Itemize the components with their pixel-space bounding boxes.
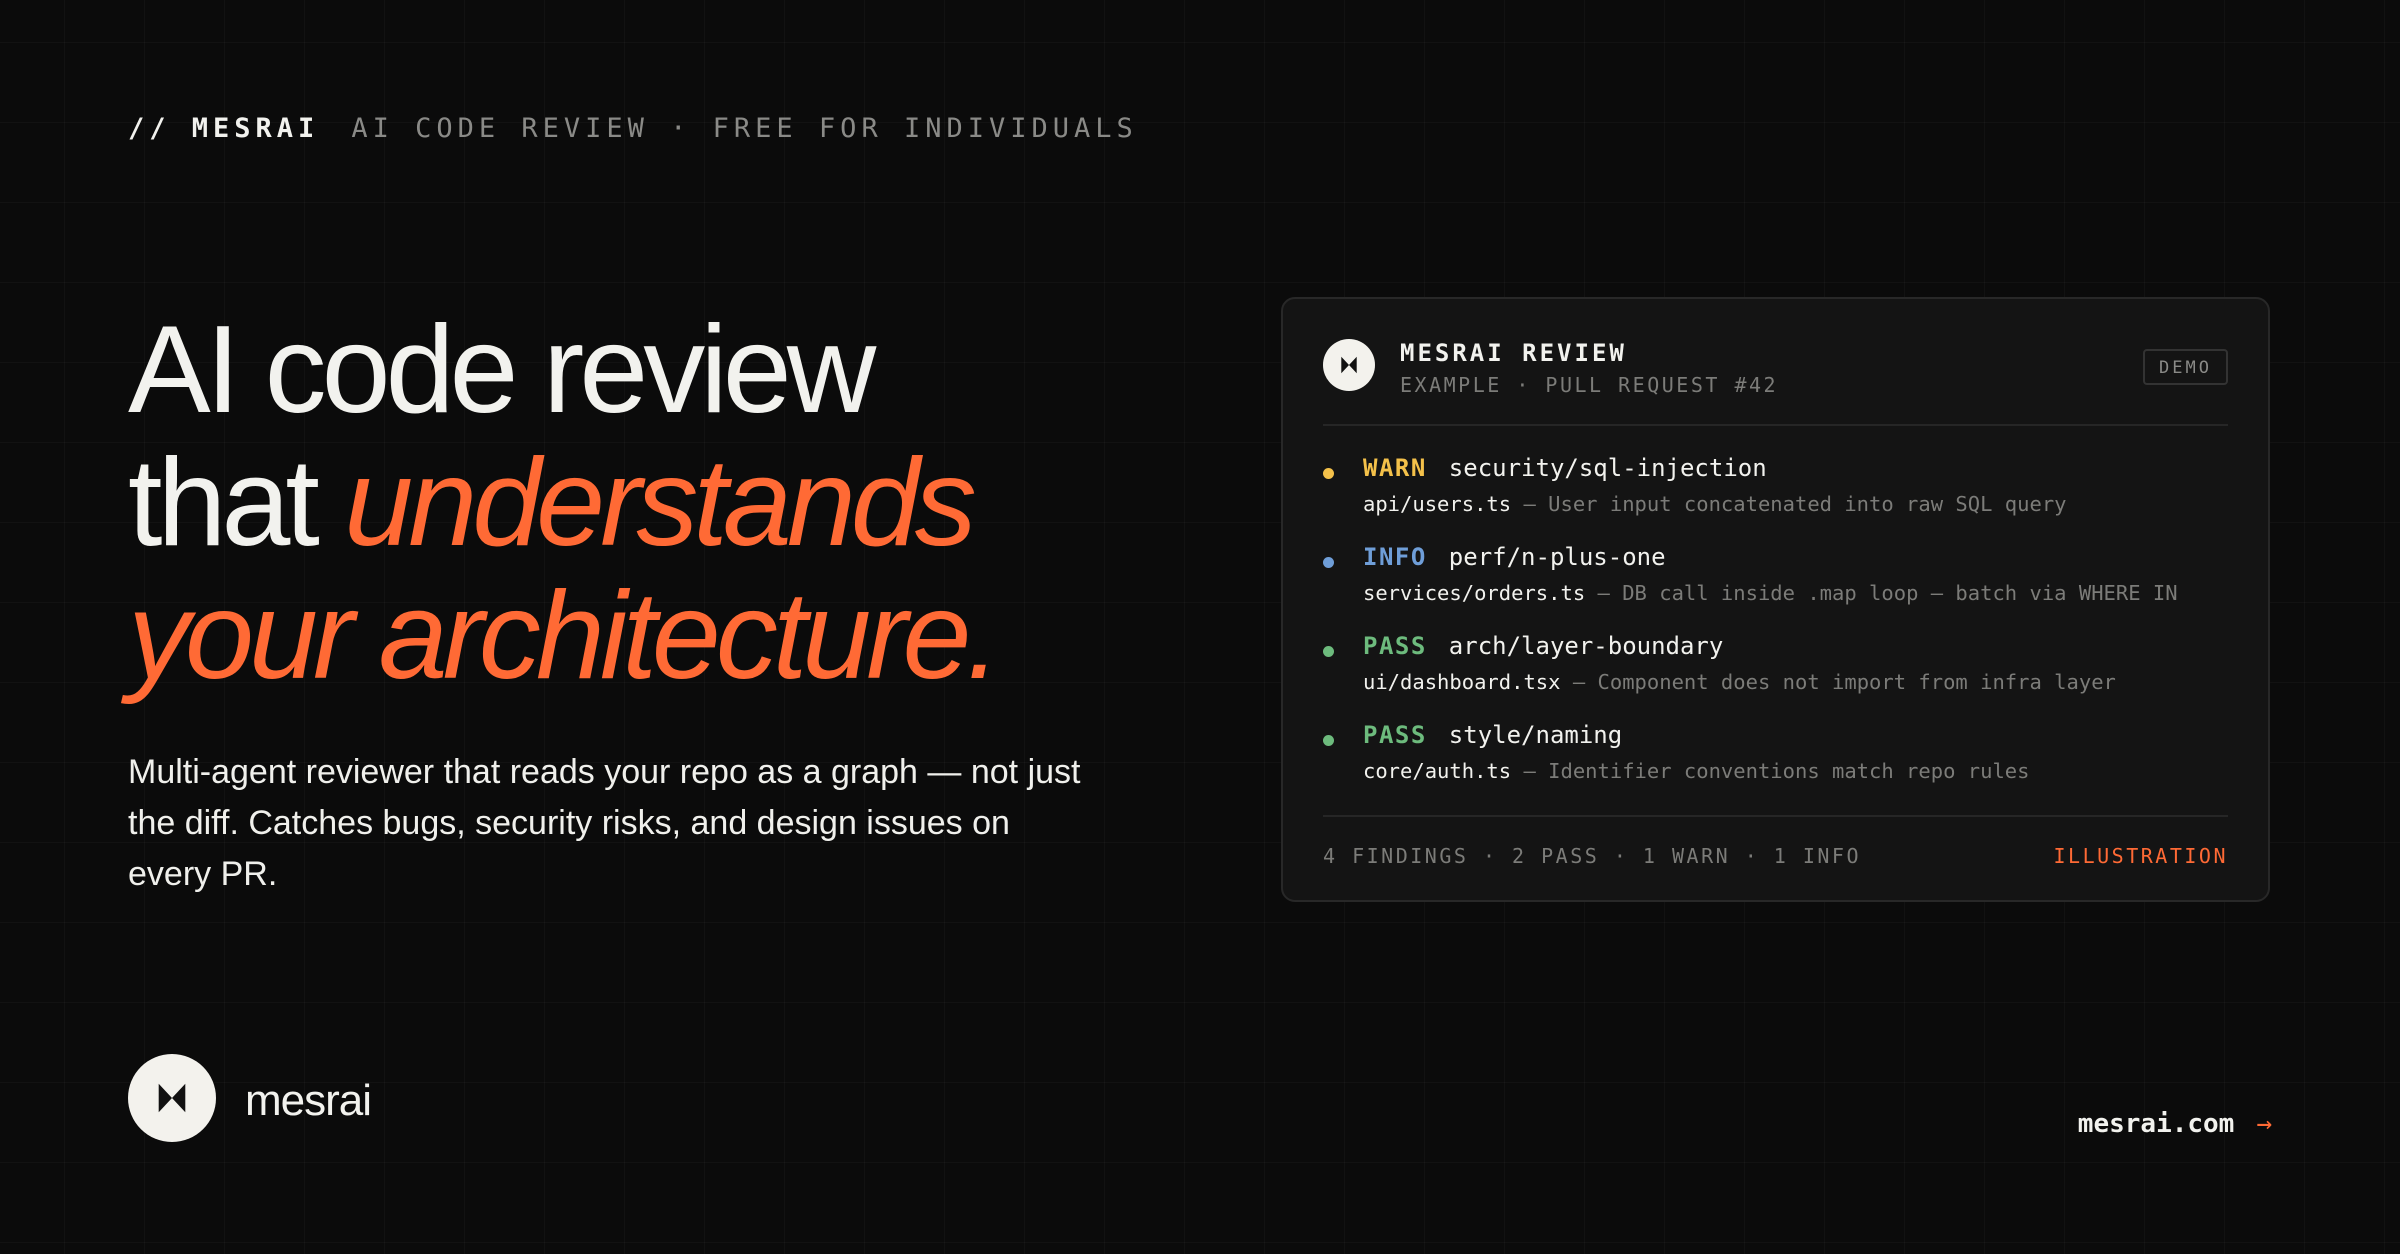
status-dot xyxy=(1323,646,1334,657)
status-dot xyxy=(1323,557,1334,568)
finding-message: — DB call inside .map loop — batch via W… xyxy=(1585,581,2178,605)
hero-headline: AI code review that understands your arc… xyxy=(128,301,1001,705)
finding-item: PASS style/naming core/auth.ts — Identifi… xyxy=(1323,721,2228,810)
card-title: MESRAI REVIEW xyxy=(1400,339,1627,367)
headline-line-1: AI code review xyxy=(128,301,876,439)
finding-detail: services/orders.ts — DB call inside .map… xyxy=(1363,581,2178,605)
review-card: MESRAI REVIEW EXAMPLE · PULL REQUEST #42… xyxy=(1281,297,2270,902)
finding-status: WARN xyxy=(1363,454,1427,482)
finding-file: services/orders.ts xyxy=(1363,581,1586,605)
status-dot xyxy=(1323,735,1334,746)
finding-status: PASS xyxy=(1363,632,1427,660)
mesrai-logo-icon[interactable] xyxy=(128,1054,216,1142)
finding-rule: security/sql-injection xyxy=(1448,454,1767,482)
finding-item: INFO perf/n-plus-one services/orders.ts —… xyxy=(1323,543,2228,632)
finding-item: PASS arch/layer-boundary ui/dashboard.tsx… xyxy=(1323,632,2228,721)
top-brand: // MESRAI xyxy=(128,113,320,144)
finding-status: INFO xyxy=(1363,543,1427,571)
arrow-right-icon: → xyxy=(2256,1109,2272,1139)
finding-headline: PASS arch/layer-boundary xyxy=(1363,632,1723,660)
finding-rule: perf/n-plus-one xyxy=(1448,543,1666,571)
finding-rule: style/naming xyxy=(1448,721,1623,749)
finding-detail: api/users.ts — User input concatenated i… xyxy=(1363,492,2067,516)
finding-detail: core/auth.ts — Identifier conventions ma… xyxy=(1363,759,2029,783)
demo-badge: DEMO xyxy=(2143,349,2228,385)
top-tagline: AI CODE REVIEW · FREE FOR INDIVIDUALS xyxy=(351,113,1138,144)
finding-file: ui/dashboard.tsx xyxy=(1363,670,1561,694)
headline-line-3-accent: your architecture. xyxy=(128,567,1001,705)
status-dot xyxy=(1323,468,1334,479)
card-divider-top xyxy=(1323,424,2228,426)
findings-summary: 4 FINDINGS · 2 PASS · 1 WARN · 1 INFO xyxy=(1323,844,1862,868)
logo-wordmark[interactable]: mesrai xyxy=(245,1076,372,1126)
illustration-label: ILLUSTRATION xyxy=(2053,844,2228,868)
hero-subtitle: Multi-agent reviewer that reads your rep… xyxy=(128,753,1081,893)
finding-headline: PASS style/naming xyxy=(1363,721,1622,749)
finding-headline: WARN security/sql-injection xyxy=(1363,454,1767,482)
finding-file: core/auth.ts xyxy=(1363,759,1512,783)
headline-line-2-accent: understands xyxy=(344,434,976,572)
finding-rule: arch/layer-boundary xyxy=(1448,632,1724,660)
site-link[interactable]: mesrai.com → xyxy=(2078,1109,2272,1139)
finding-detail: ui/dashboard.tsx — Component does not im… xyxy=(1363,670,2116,694)
finding-message: — User input concatenated into raw SQL q… xyxy=(1511,492,2067,516)
mesrai-logo-icon xyxy=(1323,339,1375,391)
findings-list: WARN security/sql-injection api/users.ts … xyxy=(1323,454,2228,810)
headline-line-2-plain: that xyxy=(128,434,345,572)
finding-message: — Identifier conventions match repo rule… xyxy=(1511,759,2030,783)
finding-file: api/users.ts xyxy=(1363,492,1512,516)
finding-item: WARN security/sql-injection api/users.ts … xyxy=(1323,454,2228,543)
finding-status: PASS xyxy=(1363,721,1427,749)
site-link-text[interactable]: mesrai.com xyxy=(2078,1109,2235,1139)
top-label: // MESRAI AI CODE REVIEW · FREE FOR INDIV… xyxy=(128,113,1138,144)
card-subtitle: EXAMPLE · PULL REQUEST #42 xyxy=(1400,373,1779,397)
finding-message: — Component does not import from infra l… xyxy=(1560,670,2116,694)
finding-headline: INFO perf/n-plus-one xyxy=(1363,543,1666,571)
card-divider-bottom xyxy=(1323,815,2228,817)
